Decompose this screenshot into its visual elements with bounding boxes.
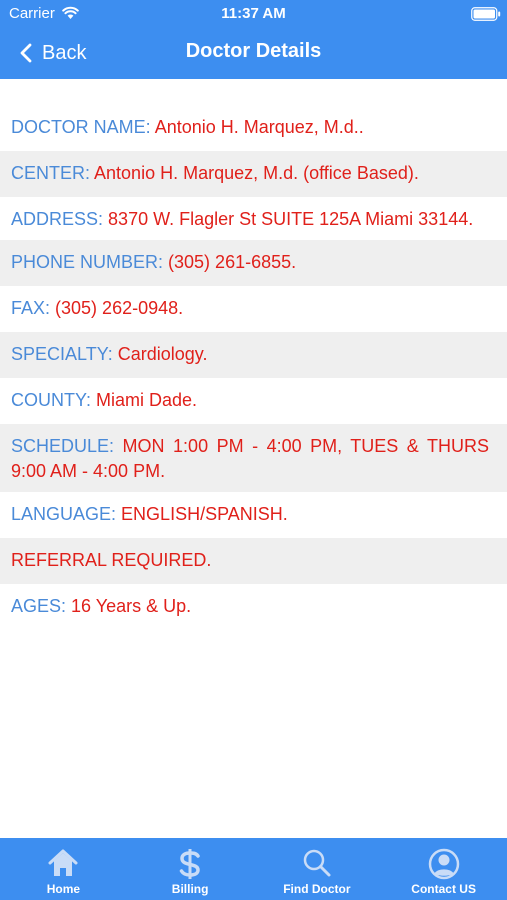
detail-row-ages: AGES: 16 Years & Up. bbox=[0, 584, 507, 630]
tab-label: Contact US bbox=[411, 882, 476, 896]
referral-notice: REFERRAL REQUIRED. bbox=[11, 550, 212, 570]
detail-value: Cardiology. bbox=[117, 344, 208, 364]
tab-billing[interactable]: Billing bbox=[127, 838, 254, 900]
tab-label: Billing bbox=[171, 882, 209, 896]
clock: 11:37 AM bbox=[221, 5, 286, 22]
home-icon bbox=[48, 849, 78, 876]
detail-value: Miami Dade. bbox=[96, 390, 198, 410]
detail-label: SCHEDULE: bbox=[11, 436, 115, 456]
detail-label: SPECIALTY: bbox=[11, 344, 113, 364]
detail-row-county: COUNTY: Miami Dade. bbox=[0, 378, 507, 424]
detail-label: FAX: bbox=[11, 298, 51, 318]
detail-label: ADDRESS: bbox=[11, 209, 104, 229]
detail-value: (305) 262-0948. bbox=[55, 298, 184, 318]
tab-bar: Home Billing Find Doctor Contact US bbox=[0, 838, 507, 900]
detail-row-language: LANGUAGE: ENGLISH/SPANISH. bbox=[0, 492, 507, 538]
detail-label: LANGUAGE: bbox=[11, 504, 117, 524]
tab-label: Find Doctor bbox=[283, 882, 351, 896]
tab-contact-us[interactable]: Contact US bbox=[380, 838, 507, 900]
tab-home[interactable]: Home bbox=[0, 838, 127, 900]
detail-row-phone: PHONE NUMBER: (305) 261-6855. bbox=[0, 240, 507, 286]
detail-row-address: ADDRESS: 8370 W. Flagler St SUITE 125A M… bbox=[0, 197, 507, 240]
tab-label: Home bbox=[46, 882, 81, 896]
detail-value: Antonio H. Marquez, M.d. (office Based). bbox=[94, 163, 419, 183]
detail-label: AGES: bbox=[11, 596, 67, 616]
detail-value: 8370 W. Flagler St SUITE 125A Miami 3314… bbox=[108, 209, 474, 229]
status-bar: Carrier 11:37 AM bbox=[0, 0, 507, 28]
navigation-header: Carrier 11:37 AM Back Doctor Details bbox=[0, 0, 507, 79]
user-icon bbox=[428, 848, 459, 880]
detail-row-doctor-name: DOCTOR NAME: Antonio H. Marquez, M.d.. bbox=[0, 105, 507, 151]
detail-label: DOCTOR NAME: bbox=[11, 117, 151, 137]
detail-label: CENTER: bbox=[11, 163, 91, 183]
detail-value: 16 Years & Up. bbox=[71, 596, 192, 616]
tab-find-doctor[interactable]: Find Doctor bbox=[254, 838, 381, 900]
dollar-icon bbox=[179, 849, 200, 879]
detail-value: ENGLISH/SPANISH. bbox=[121, 504, 288, 524]
detail-row-schedule: SCHEDULE: MON 1:00 PM - 4:00 PM, TUES & … bbox=[0, 424, 507, 492]
detail-row-fax: FAX: (305) 262-0948. bbox=[0, 286, 507, 332]
detail-row-referral: REFERRAL REQUIRED. bbox=[0, 538, 507, 584]
doctor-details-list: DOCTOR NAME: Antonio H. Marquez, M.d.. C… bbox=[0, 105, 507, 630]
detail-value: (305) 261-6855. bbox=[168, 252, 297, 272]
search-icon bbox=[303, 849, 331, 877]
detail-label: COUNTY: bbox=[11, 390, 92, 410]
detail-row-center: CENTER: Antonio H. Marquez, M.d. (office… bbox=[0, 151, 507, 197]
battery-icon bbox=[471, 7, 501, 21]
detail-row-specialty: SPECIALTY: Cardiology. bbox=[0, 332, 507, 378]
detail-value: Antonio H. Marquez, M.d.. bbox=[154, 117, 364, 137]
detail-label: PHONE NUMBER: bbox=[11, 252, 164, 272]
page-title: Doctor Details bbox=[185, 40, 322, 62]
